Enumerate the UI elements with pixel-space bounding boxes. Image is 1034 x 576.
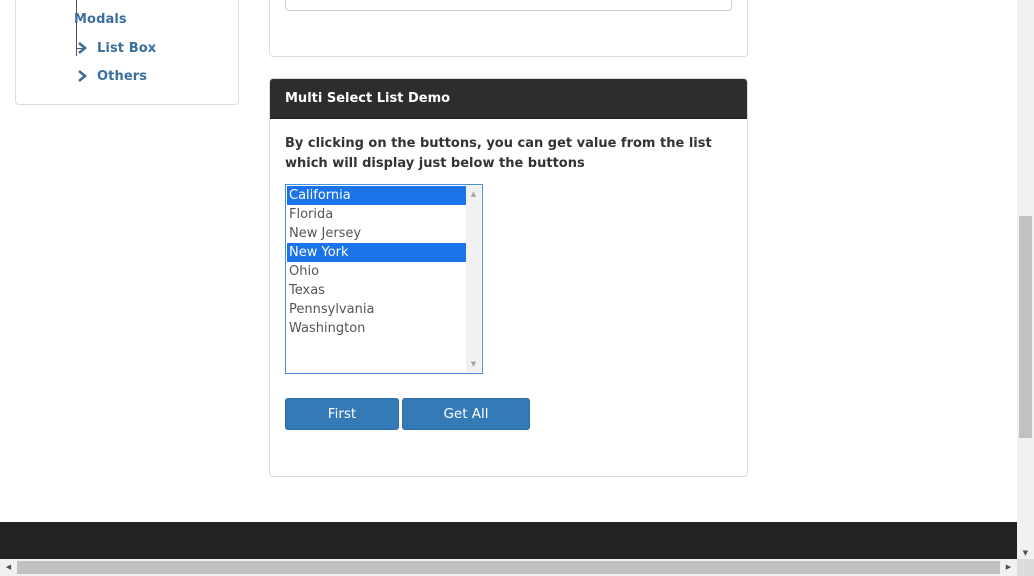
scroll-left-icon[interactable]: ◀ (0, 559, 17, 576)
get-all-selected-button[interactable]: Get All Selected (402, 398, 530, 452)
first-selected-button[interactable]: First Selected (285, 398, 399, 452)
scroll-down-icon[interactable]: ▼ (466, 358, 481, 370)
previous-panel-field[interactable] (285, 0, 732, 11)
list-option-washington[interactable]: Washington (287, 319, 467, 338)
list-option-california[interactable]: California (287, 186, 467, 205)
scroll-up-icon[interactable]: ▲ (466, 188, 481, 200)
list-option-ohio[interactable]: Ohio (287, 262, 467, 281)
page-horizontal-scrollbar[interactable]: ◀ ▶ (0, 559, 1017, 576)
list-option-pennsylvania[interactable]: Pennsylvania (287, 300, 467, 319)
chevron-right-icon (78, 70, 88, 82)
page-footer (0, 522, 1017, 559)
multi-select-panel: Multi Select List Demo By clicking on th… (269, 78, 748, 477)
page-vertical-scroll-thumb[interactable] (1019, 216, 1032, 438)
previous-panel (269, 0, 748, 57)
list-option-florida[interactable]: Florida (287, 205, 467, 224)
chevron-right-icon (78, 42, 88, 54)
panel-description: By clicking on the buttons, you can get … (285, 136, 712, 171)
scroll-right-icon[interactable]: ▶ (1000, 559, 1017, 576)
sidebar-item-list-box[interactable]: List Box (97, 41, 156, 56)
scroll-down-icon[interactable]: ▼ (1017, 549, 1034, 557)
list-option-texas[interactable]: Texas (287, 281, 467, 300)
listbox-scrollbar[interactable]: ▲ ▼ (466, 186, 481, 372)
page-vertical-scrollbar[interactable]: ▼ (1017, 0, 1034, 559)
panel-title: Multi Select List Demo (270, 79, 747, 119)
sidebar-item-modals[interactable]: Modals (74, 12, 127, 27)
page-horizontal-scroll-thumb[interactable] (17, 561, 1000, 574)
sidebar-item-others[interactable]: Others (97, 69, 147, 84)
multi-select-listbox[interactable]: California Florida New Jersey New York O… (285, 184, 483, 374)
list-option-new-york[interactable]: New York (287, 243, 467, 262)
scrollbar-corner (1017, 559, 1034, 576)
sidebar-nav: Modals List Box Others (15, 0, 239, 105)
list-option-new-jersey[interactable]: New Jersey (287, 224, 467, 243)
